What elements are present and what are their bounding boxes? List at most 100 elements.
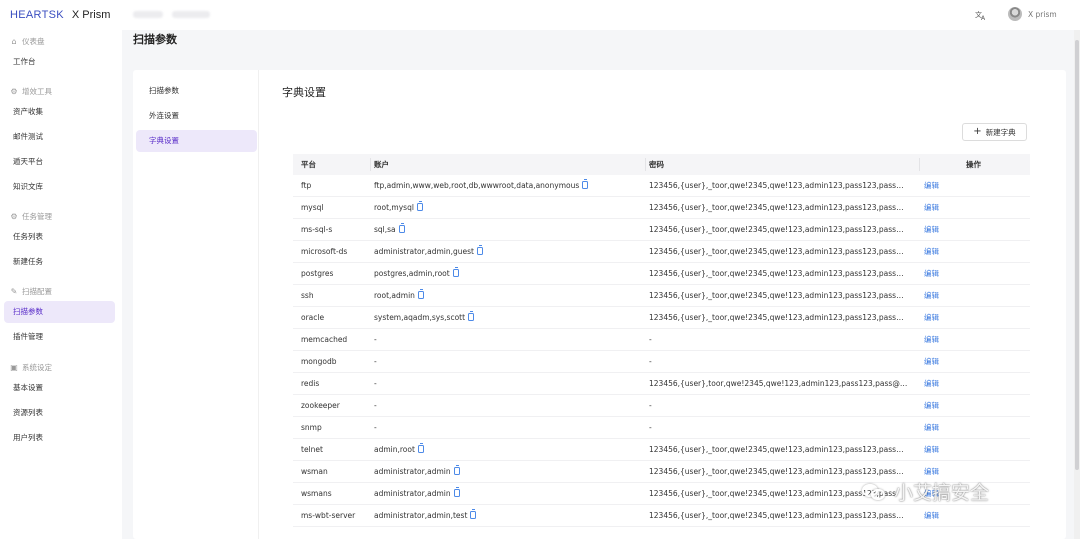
table-body: ftp ftp,admin,www,web,root,db,wwwroot,dat… [293,175,1030,527]
translate-icon[interactable]: 文A [975,9,987,22]
column-account: 账户 [374,160,389,169]
new-dictionary-button[interactable]: + 新建字典 [962,123,1027,141]
subnav-scan-params[interactable]: 扫描参数 [136,80,257,102]
sidebar-item-new-task[interactable]: 新建任务 [4,251,115,273]
user-menu[interactable]: X prism [1008,7,1057,21]
cell-password: - [649,423,652,432]
edit-link[interactable]: 编辑 [924,197,954,219]
edit-link[interactable]: 编辑 [924,263,954,285]
group-label: 系统设定 [22,363,52,372]
copy-icon[interactable] [476,245,483,255]
sidebar-item-users[interactable]: 用户列表 [4,427,115,449]
cell-password: - [649,335,652,344]
table-row: oracle system,aqadm,sys,scott 123456,{user… [293,307,1030,329]
account-text: administrator,admin,test [374,511,468,520]
cell-platform: wsmans [301,489,332,498]
cell-platform: wsman [301,467,328,476]
table-row: redis - 123456,{user},toor,qwe!2345,qwe!12… [293,373,1030,395]
copy-icon[interactable] [453,487,460,497]
edit-link[interactable]: 编辑 [924,219,954,241]
edit-link[interactable]: 编辑 [924,329,954,351]
copy-icon[interactable] [417,443,424,453]
sidebar-item-mail-test[interactable]: 邮件测试 [4,126,115,148]
sidebar-item-task-list[interactable]: 任务列表 [4,226,115,248]
edit-link[interactable]: 编辑 [924,351,954,373]
column-password: 密码 [649,160,664,169]
blurred-breadcrumb [133,11,163,18]
column-divider [919,158,920,171]
cell-account: root,admin [374,285,644,307]
edit-link[interactable]: 编辑 [924,307,954,329]
cell-password: 123456,{user},_toor,qwe!2345,qwe!123,adm… [649,269,911,278]
cell-password: 123456,{user},_toor,qwe!2345,qwe!123,adm… [649,225,911,234]
copy-icon[interactable] [417,289,424,299]
home-icon: ⌂ [11,36,17,46]
cell-password: 123456,{user},_toor,qwe!2345,qwe!123,adm… [649,511,911,520]
scrollbar-thumb[interactable] [1075,40,1079,470]
sidebar-item-asset-collect[interactable]: 资产收集 [4,101,115,123]
edit-link[interactable]: 编辑 [924,175,954,197]
table-row: mongodb - - 编辑 [293,351,1030,373]
account-text: admin,root [374,445,415,454]
sidebar-item-basic-settings[interactable]: 基本设置 [4,377,115,399]
sidebar-item-platform[interactable]: 遁天平台 [4,151,115,173]
cell-account: - [374,329,644,351]
account-text: administrator,admin,guest [374,247,474,256]
cell-account: - [374,351,644,373]
edit-link[interactable]: 编辑 [924,461,954,483]
copy-icon[interactable] [398,223,405,233]
cell-platform: ms-wbt-server [301,511,356,520]
subnav-outbound[interactable]: 外连设置 [136,105,257,127]
copy-icon[interactable] [453,465,460,475]
group-label: 仪表盘 [22,37,45,46]
sidebar-item-resources[interactable]: 资源列表 [4,402,115,424]
column-divider [370,158,371,171]
cell-account: - [374,417,644,439]
avatar [1008,7,1022,21]
table-row: ssh root,admin 123456,{user},_toor,qwe!234… [293,285,1030,307]
table-row: snmp - - 编辑 [293,417,1030,439]
cell-password: 123456,{user},_toor,qwe!2345,qwe!123,adm… [649,445,911,454]
sidebar-item-scan-params[interactable]: 扫描参数 [4,301,115,323]
sidebar-group-scan-config: ✎ 扫描配置 [10,286,52,297]
settings-icon: ▣ [10,362,18,372]
cell-account: root,mysql [374,197,644,219]
cell-platform: mysql [301,203,324,212]
sidebar: ⌂ 仪表盘 工作台 ⚙ 增效工具 资产收集 邮件测试 遁天平台 知识文库 ⚙ 任务管理… [0,30,122,539]
cell-platform: snmp [301,423,322,432]
group-label: 增效工具 [22,87,52,96]
edit-link[interactable]: 编辑 [924,285,954,307]
copy-icon[interactable] [452,267,459,277]
copy-icon[interactable] [416,201,423,211]
edit-link[interactable]: 编辑 [924,241,954,263]
cell-platform: ftp [301,181,312,190]
table-row: zookeeper - - 编辑 [293,395,1030,417]
edit-link[interactable]: 编辑 [924,395,954,417]
settings-card: 扫描参数 外连设置 字典设置 字典设置 + 新建字典 平台 账户 密码 操作 ft… [133,70,1066,539]
cell-platform: oracle [301,313,325,322]
edit-link[interactable]: 编辑 [924,439,954,461]
column-platform: 平台 [301,160,316,169]
edit-link[interactable]: 编辑 [924,417,954,439]
table-row: memcached - - 编辑 [293,329,1030,351]
subnav-dictionary[interactable]: 字典设置 [136,130,257,152]
account-text: postgres,admin,root [374,269,450,278]
edit-link[interactable]: 编辑 [924,505,954,527]
cell-account: sql,sa [374,219,644,241]
sidebar-item-knowledge[interactable]: 知识文库 [4,176,115,198]
table-row: microsoft-ds administrator,admin,guest 123… [293,241,1030,263]
column-divider [645,158,646,171]
account-text: - [374,357,377,366]
table-row: telnet admin,root 123456,{user},_toor,qwe!… [293,439,1030,461]
copy-icon[interactable] [468,311,475,321]
edit-link[interactable]: 编辑 [924,373,954,395]
edit-link[interactable]: 编辑 [924,483,954,505]
page-title: 扫描参数 [133,33,177,46]
cell-platform: mongodb [301,357,337,366]
copy-icon[interactable] [470,509,477,519]
copy-icon[interactable] [582,179,589,189]
sidebar-item-plugins[interactable]: 插件管理 [4,326,115,348]
sidebar-item-workbench[interactable]: 工作台 [4,51,115,73]
brand-logo[interactable]: HEARTSK X Prism [10,9,110,21]
edit-icon: ✎ [10,286,18,296]
